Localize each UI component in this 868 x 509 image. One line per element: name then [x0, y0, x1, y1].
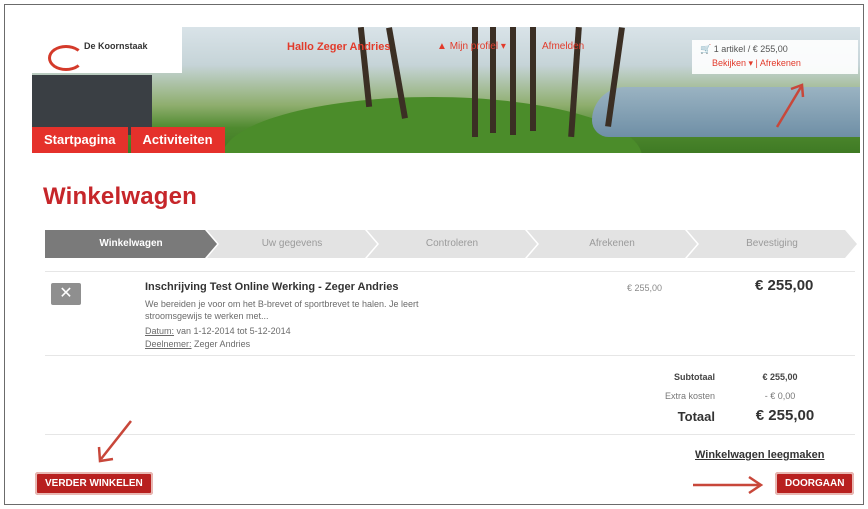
- item-participant: Deelnemer: Zeger Andries: [145, 339, 250, 349]
- banner-tree: [357, 27, 373, 108]
- item-participant-value: Zeger Andries: [194, 339, 251, 349]
- annotation-arrow-proceed: [693, 475, 764, 495]
- browser-frame: De Koornstaak Hallo Zeger Andries ▲ Mijn…: [4, 4, 864, 505]
- close-icon: ✕: [59, 285, 73, 302]
- cart-icon: 🛒: [700, 44, 712, 54]
- subtotal-label: Subtotaal: [673, 372, 715, 382]
- item-date: Datum: van 1-12-2014 tot 5-12-2014: [145, 326, 291, 336]
- user-icon: ▲: [437, 41, 447, 52]
- annotation-arrow-checkout: [775, 83, 805, 128]
- mini-cart-actions[interactable]: Bekijken ▾ | Afrekenen: [712, 58, 801, 69]
- step-details: Uw gegevens: [207, 230, 377, 258]
- banner-tree: [510, 27, 516, 135]
- account-menu-label: Mijn profiel ▾: [449, 41, 506, 52]
- item-participant-label: Deelnemer:: [145, 339, 192, 349]
- banner-hill: [222, 97, 642, 153]
- proceed-button[interactable]: DOORGAAN: [775, 472, 855, 495]
- logout-link[interactable]: Afmelden: [542, 41, 584, 52]
- extra-costs-value: - € 0,00: [764, 391, 796, 401]
- logo-mark-icon: [48, 45, 84, 71]
- tab-startpagina[interactable]: Startpagina: [32, 127, 128, 153]
- step-payment: Afrekenen: [527, 230, 697, 258]
- user-greeting: Hallo Zeger Andries: [287, 41, 391, 53]
- divider: [45, 271, 855, 272]
- item-unit-price: € 255,00: [627, 283, 663, 293]
- divider: [45, 355, 855, 356]
- extra-costs-label: Extra kosten: [664, 391, 715, 401]
- remove-item-button[interactable]: ✕: [51, 283, 81, 305]
- step-cart: Winkelwagen: [45, 230, 217, 258]
- mini-cart-summary: 🛒 1 artikel / € 255,00: [700, 44, 788, 55]
- mini-cart-summary-text: 1 artikel / € 255,00: [713, 44, 788, 54]
- item-description: We bereiden je voor om het B-brevet of s…: [145, 299, 419, 321]
- checkout-steps: Winkelwagen Uw gegevens Controleren Afre…: [45, 230, 857, 258]
- step-review: Controleren: [367, 230, 537, 258]
- banner-building: [32, 75, 152, 135]
- page-title: Winkelwagen: [43, 183, 198, 210]
- mini-cart[interactable]: 🛒 1 artikel / € 255,00 Bekijken ▾ | Afre…: [692, 40, 858, 74]
- divider: [45, 434, 855, 435]
- header-banner: De Koornstaak Hallo Zeger Andries ▲ Mijn…: [32, 27, 860, 153]
- item-title: Inschrijving Test Online Werking - Zeger…: [145, 281, 399, 293]
- item-date-label: Datum:: [145, 326, 175, 336]
- main-nav: Startpagina Activiteiten: [32, 127, 228, 153]
- item-line-total: € 255,00: [755, 277, 814, 294]
- banner-tree: [530, 27, 536, 131]
- continue-shopping-button[interactable]: VERDER WINKELEN: [35, 472, 153, 495]
- annotation-arrow-continue: [97, 420, 132, 463]
- clear-cart-link[interactable]: Winkelwagen leegmaken: [695, 449, 825, 461]
- item-date-value: van 1-12-2014 tot 5-12-2014: [176, 326, 291, 336]
- account-menu[interactable]: ▲ Mijn profiel ▾: [437, 41, 506, 52]
- step-confirmation: Bevestiging: [687, 230, 857, 258]
- total-label: Totaal: [677, 409, 715, 424]
- tab-activiteiten[interactable]: Activiteiten: [130, 127, 225, 153]
- subtotal-value: € 255,00: [762, 372, 798, 382]
- logo[interactable]: De Koornstaak: [32, 27, 182, 73]
- logo-text: De Koornstaak: [84, 41, 148, 51]
- banner-lake: [592, 87, 860, 137]
- total-value: € 255,00: [755, 407, 815, 424]
